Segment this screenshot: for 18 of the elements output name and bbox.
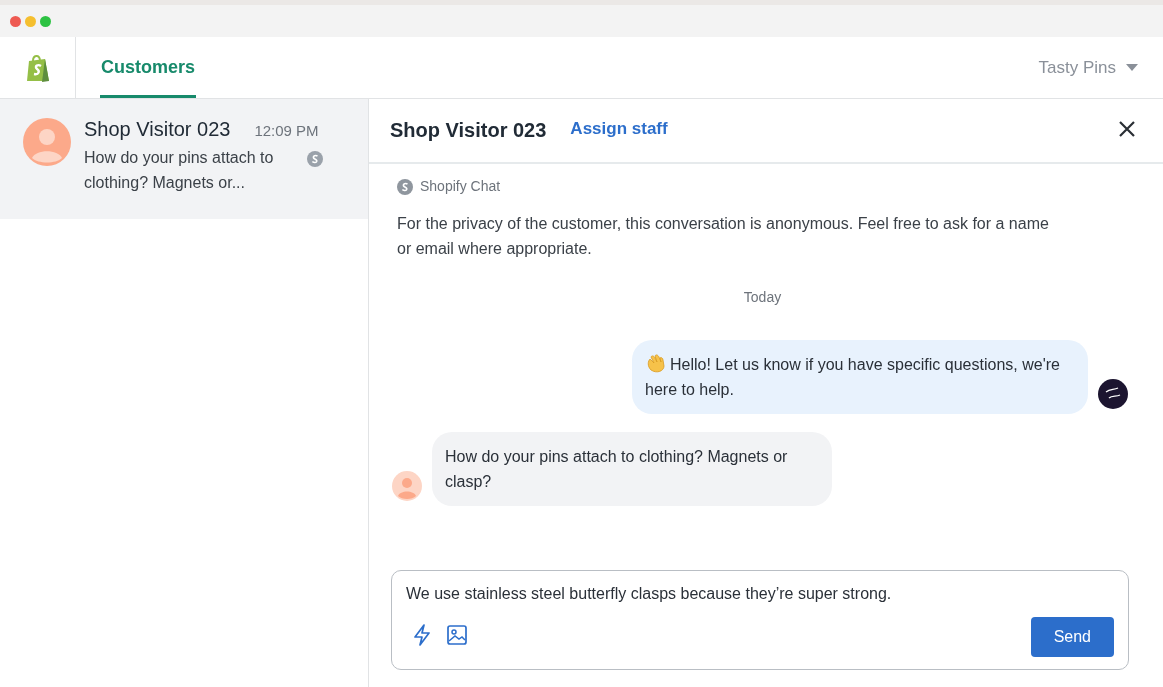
store-menu[interactable]: Tasty Pins — [1038, 37, 1163, 98]
message-time: 12:09 PM — [254, 122, 319, 139]
caret-down-icon — [1126, 64, 1138, 71]
chat-title: Shop Visitor 023 — [390, 119, 547, 142]
customer-name: Shop Visitor 023 — [84, 118, 231, 141]
window-close-button[interactable] — [10, 15, 21, 27]
source-label: Shopify Chat — [420, 177, 501, 194]
shopping-bag-logo-icon — [24, 52, 51, 83]
s-badge-icon — [397, 179, 413, 198]
assign-staff-link[interactable]: Assign staff — [570, 118, 668, 139]
send-button[interactable]: Send — [1030, 617, 1114, 657]
message-bubble: How do your pins attach to clothing? Magnets or clasp? — [432, 432, 832, 506]
date-divider: Today — [742, 289, 783, 305]
conversation-item[interactable]: Shop Visitor 023 12:09 PM How do your pins attach to clothing? Magnets or... — [0, 99, 368, 219]
message-bubble: Hello! Let us know if you have specific questions, we're here to help. — [632, 340, 1088, 414]
privacy-notice: For the privacy of the customer, this conversation is anonymous. Feel free to ask for a name or email where appropriate. — [397, 214, 1050, 259]
message-preview: How do your pins attach to clothing? Magnets or... — [84, 148, 275, 193]
message-input[interactable]: We use stainless steel butterfly clasps because they’re super strong. Send — [391, 570, 1129, 670]
